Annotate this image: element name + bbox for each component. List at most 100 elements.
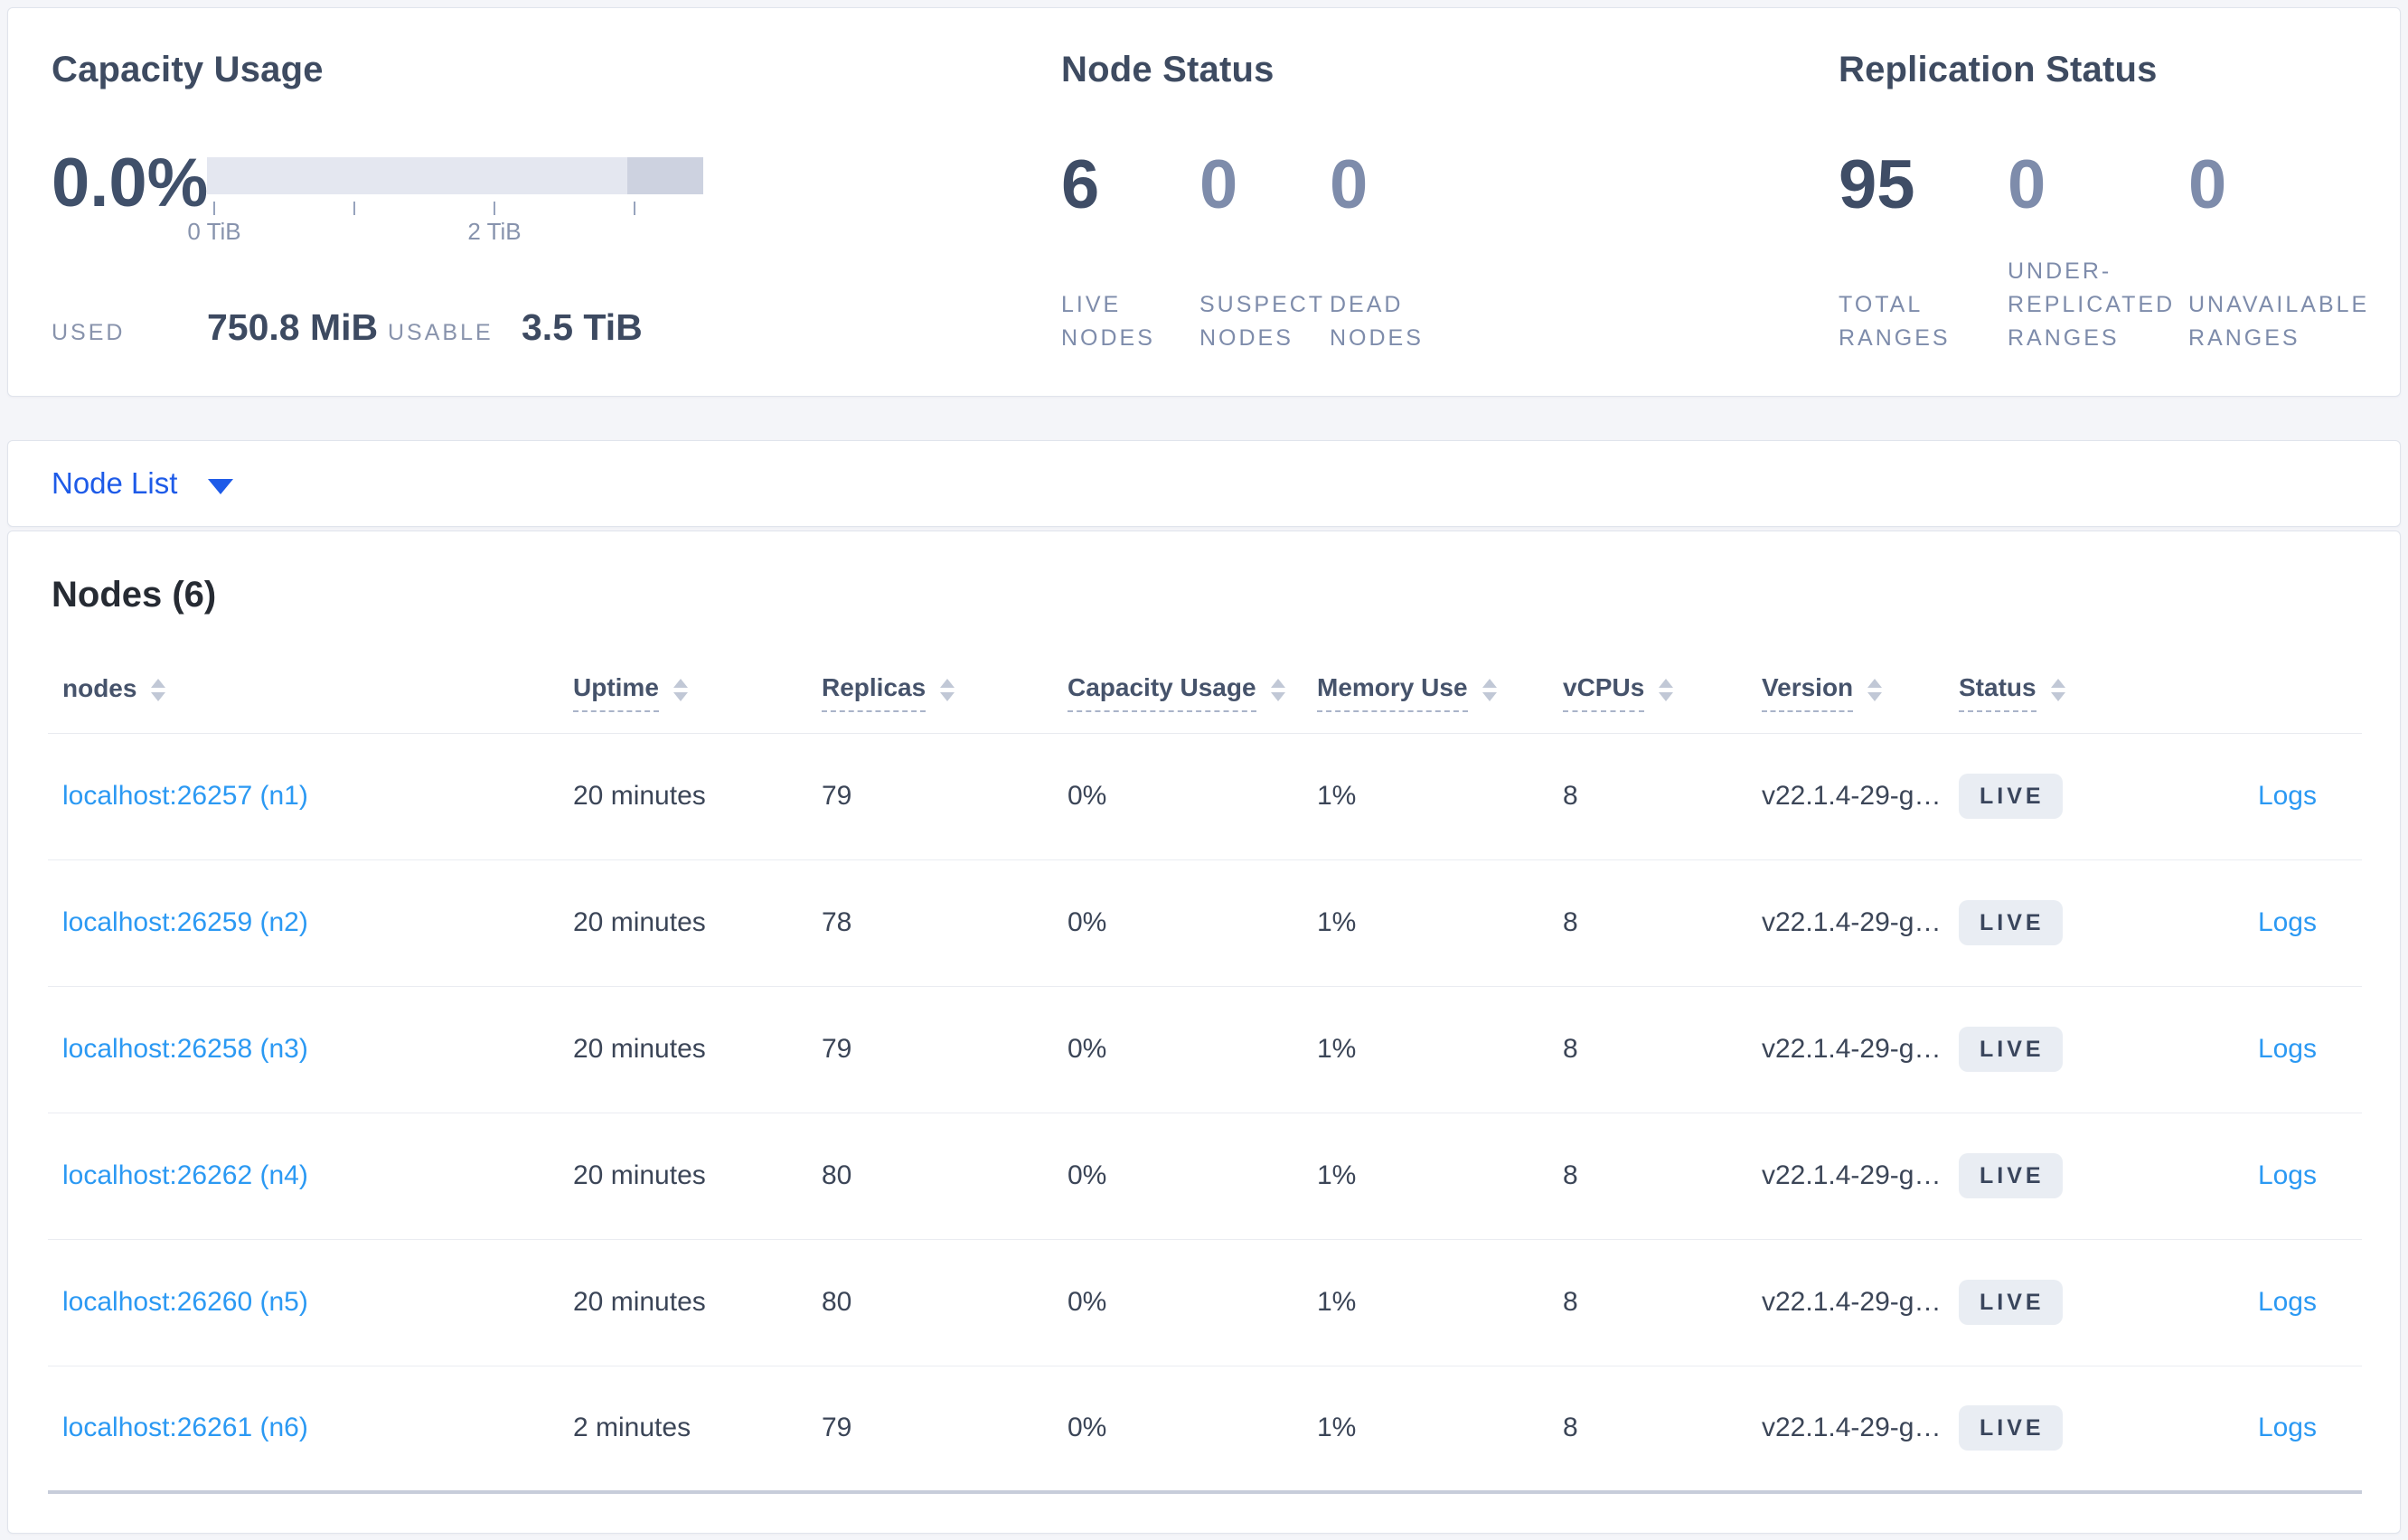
capacity-bar-reserved-segment xyxy=(627,157,703,194)
column-header-capacity-usage[interactable]: Capacity Usage xyxy=(1068,673,1285,713)
table-row: localhost:26258 (n3) 20 minutes 79 0% 1%… xyxy=(48,986,2362,1113)
column-header-uptime-label: Uptime xyxy=(573,673,659,713)
replicas-cell: 80 xyxy=(822,1287,852,1317)
capacity-bar-chart xyxy=(207,157,703,194)
vcpus-cell: 8 xyxy=(1563,1287,1578,1317)
logs-link[interactable]: Logs xyxy=(2258,1287,2317,1317)
caret-down-icon xyxy=(208,478,234,494)
column-header-vcpus[interactable]: vCPUs xyxy=(1563,673,1674,713)
column-header-uptime[interactable]: Uptime xyxy=(573,673,688,713)
capacity-axis-label: 2 TiB xyxy=(467,218,522,245)
total-ranges-label: TOTAL RANGES xyxy=(1839,292,1951,351)
capacity-usage-cell: 0% xyxy=(1068,1160,1107,1190)
live-nodes-value: 6 xyxy=(1061,146,1100,223)
replication-status-title: Replication Status xyxy=(1839,50,2158,89)
capacity-usage-cell: 0% xyxy=(1068,1287,1107,1317)
uptime-cell: 20 minutes xyxy=(573,781,706,811)
status-badge: LIVE xyxy=(1959,774,2063,819)
table-row: localhost:26257 (n1) 20 minutes 79 0% 1%… xyxy=(48,733,2362,859)
status-badge: LIVE xyxy=(1959,900,2063,945)
node-link[interactable]: localhost:26260 (n5) xyxy=(62,1287,308,1317)
replicas-cell: 79 xyxy=(822,1034,852,1064)
capacity-usage-cell: 0% xyxy=(1068,907,1107,937)
capacity-usage-cell: 0% xyxy=(1068,1034,1107,1064)
capacity-axis-tick xyxy=(634,202,635,215)
sort-icon xyxy=(1270,679,1285,702)
table-row: localhost:26261 (n6) 2 minutes 79 0% 1% … xyxy=(48,1366,2362,1492)
capacity-usage-cell: 0% xyxy=(1068,1413,1107,1443)
unavailable-ranges-value: 0 xyxy=(2188,146,2227,223)
node-list-dropdown-label: Node List xyxy=(52,466,178,500)
node-link[interactable]: localhost:26262 (n4) xyxy=(62,1160,308,1190)
sort-icon xyxy=(1481,679,1497,702)
live-nodes-stat: 6 LIVE NODES xyxy=(1061,149,1199,355)
column-header-nodes-label: nodes xyxy=(62,674,137,703)
under-replicated-ranges-stat: 0 UNDER-REPLICATED RANGES xyxy=(2008,149,2188,355)
logs-link[interactable]: Logs xyxy=(2258,907,2317,937)
summary-panel: Capacity Usage 0.0% 0 TiB 2 TiB USED 750… xyxy=(7,7,2401,397)
uptime-cell: 20 minutes xyxy=(573,1287,706,1317)
capacity-usage-cell: 0% xyxy=(1068,781,1107,811)
column-header-status[interactable]: Status xyxy=(1959,673,2065,713)
logs-link[interactable]: Logs xyxy=(2258,1160,2317,1190)
status-badge: LIVE xyxy=(1959,1027,2063,1072)
node-link[interactable]: localhost:26258 (n3) xyxy=(62,1034,308,1064)
usable-value: 3.5 TiB xyxy=(522,306,643,348)
version-cell: v22.1.4-29-g… xyxy=(1762,1287,1942,1317)
column-header-replicas[interactable]: Replicas xyxy=(822,673,955,713)
sort-icon xyxy=(1659,679,1674,702)
node-status-title: Node Status xyxy=(1061,50,1275,89)
table-row: localhost:26259 (n2) 20 minutes 78 0% 1%… xyxy=(48,859,2362,986)
sort-icon xyxy=(673,679,688,702)
uptime-cell: 20 minutes xyxy=(573,1160,706,1190)
suspect-nodes-stat: 0 SUSPECT NODES xyxy=(1199,149,1330,355)
sort-icon xyxy=(940,679,955,702)
sort-icon xyxy=(1867,679,1883,702)
column-header-version-label: Version xyxy=(1762,673,1854,713)
column-header-memory-use-label: Memory Use xyxy=(1317,673,1468,713)
capacity-used-usable-row: USED 750.8 MiB USABLE 3.5 TiB xyxy=(52,306,643,357)
column-header-version[interactable]: Version xyxy=(1762,673,1883,713)
memory-use-cell: 1% xyxy=(1317,1413,1357,1443)
memory-use-cell: 1% xyxy=(1317,907,1357,937)
vcpus-cell: 8 xyxy=(1563,781,1578,811)
column-header-vcpus-label: vCPUs xyxy=(1563,673,1645,713)
node-link[interactable]: localhost:26257 (n1) xyxy=(62,781,308,811)
memory-use-cell: 1% xyxy=(1317,781,1357,811)
memory-use-cell: 1% xyxy=(1317,1160,1357,1190)
total-ranges-stat: 95 TOTAL RANGES xyxy=(1839,149,2008,355)
column-header-memory-use[interactable]: Memory Use xyxy=(1317,673,1497,713)
capacity-axis-tick xyxy=(494,202,495,215)
vcpus-cell: 8 xyxy=(1563,1034,1578,1064)
logs-link[interactable]: Logs xyxy=(2258,1413,2317,1442)
version-cell: v22.1.4-29-g… xyxy=(1762,1413,1942,1443)
node-link[interactable]: localhost:26261 (n6) xyxy=(62,1413,308,1442)
suspect-nodes-label: SUSPECT NODES xyxy=(1199,292,1325,351)
nodes-table: nodes Uptime Replicas Capacity Usage Mem… xyxy=(48,653,2362,1494)
capacity-percent: 0.0% xyxy=(52,145,209,221)
table-row: localhost:26262 (n4) 20 minutes 80 0% 1%… xyxy=(48,1113,2362,1239)
total-ranges-value: 95 xyxy=(1839,146,1915,223)
capacity-axis-tick xyxy=(353,202,355,215)
logs-link[interactable]: Logs xyxy=(2258,781,2317,811)
column-header-nodes[interactable]: nodes xyxy=(62,674,166,711)
vcpus-cell: 8 xyxy=(1563,1413,1578,1443)
node-list-dropdown[interactable]: Node List xyxy=(52,466,234,501)
vcpus-cell: 8 xyxy=(1563,1160,1578,1190)
version-cell: v22.1.4-29-g… xyxy=(1762,1160,1942,1190)
nodes-panel: Nodes (6) nodes Uptime Replicas Capacity… xyxy=(7,531,2401,1534)
logs-link[interactable]: Logs xyxy=(2258,1034,2317,1064)
dead-nodes-value: 0 xyxy=(1330,146,1369,223)
used-value: 750.8 MiB xyxy=(207,306,379,348)
replicas-cell: 79 xyxy=(822,781,852,811)
memory-use-cell: 1% xyxy=(1317,1287,1357,1317)
node-link[interactable]: localhost:26259 (n2) xyxy=(62,907,308,937)
uptime-cell: 20 minutes xyxy=(573,907,706,937)
replication-status-stats: 95 TOTAL RANGES 0 UNDER-REPLICATED RANGE… xyxy=(1839,149,2408,355)
status-badge: LIVE xyxy=(1959,1405,2063,1451)
cluster-overview-page: Capacity Usage 0.0% 0 TiB 2 TiB USED 750… xyxy=(0,0,2408,1540)
column-header-replicas-label: Replicas xyxy=(822,673,927,713)
version-cell: v22.1.4-29-g… xyxy=(1762,1034,1942,1064)
vcpus-cell: 8 xyxy=(1563,907,1578,937)
column-header-capacity-usage-label: Capacity Usage xyxy=(1068,673,1256,713)
